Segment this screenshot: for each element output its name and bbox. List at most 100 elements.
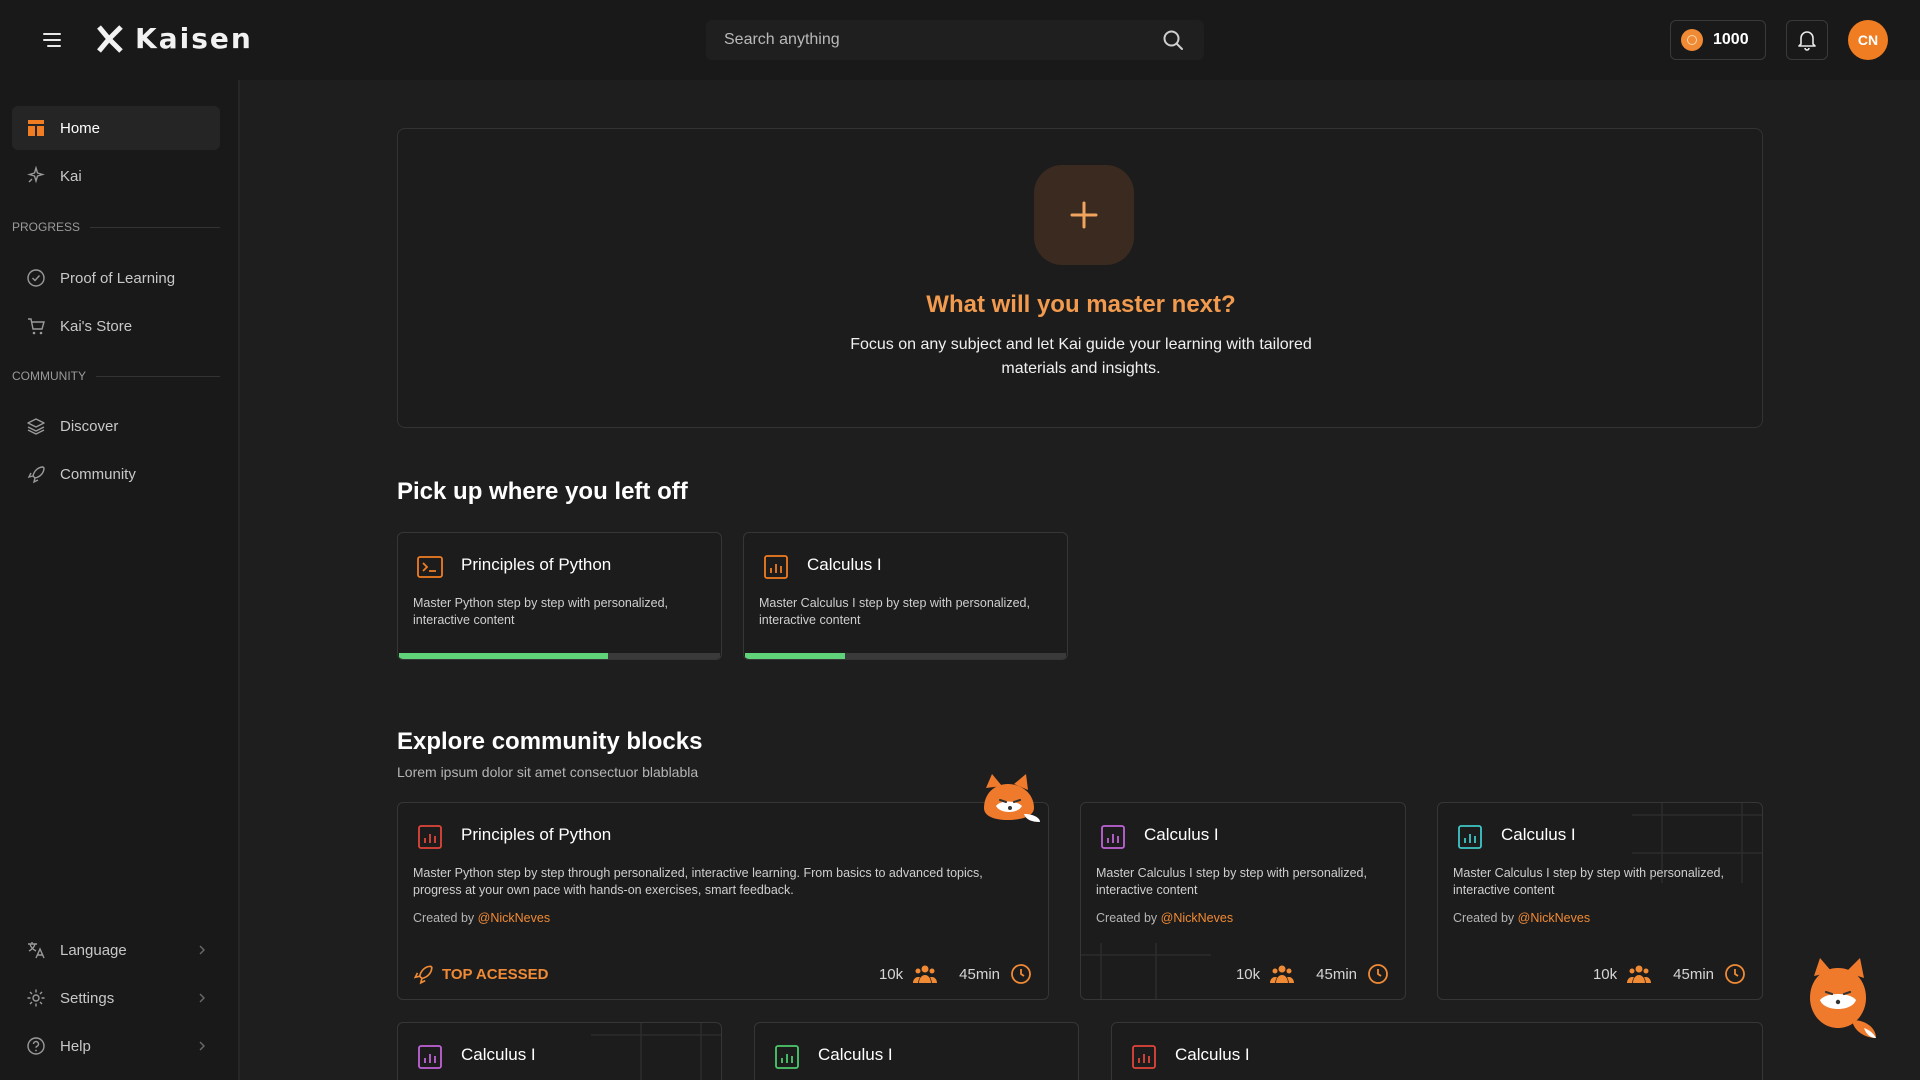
user-count: 10k [878,965,904,983]
search-bar [706,20,1204,60]
sidebar-item-kais-store[interactable]: Kai's Store [12,304,220,348]
chart-bar-icon [1101,825,1125,849]
sidebar-item-home[interactable]: Home [12,106,220,150]
author-link[interactable]: @NickNeves [478,911,550,925]
progress-bar [745,653,1066,659]
section-label-community: COMMUNITY [12,369,220,383]
card-title: Calculus I [1175,1045,1250,1064]
continue-card-python[interactable]: Principles of Python Master Python step … [397,532,722,660]
chart-bar-icon [775,1045,799,1069]
section-title-explore: Explore community blocks [397,728,703,755]
top-accessed-badge: TOP ACESSED [412,963,548,985]
sidebar-item-label: Discover [60,417,119,435]
sidebar-item-proof-of-learning[interactable]: Proof of Learning [12,256,220,300]
card-title: Calculus I [1144,825,1219,844]
user-count: 10k [1592,965,1618,983]
chevron-right-icon [199,945,205,955]
sidebar-item-label: Help [60,1037,91,1055]
sidebar-item-label: Settings [60,989,115,1007]
check-circle-icon [27,269,45,287]
sidebar-item-discover[interactable]: Discover [12,404,220,448]
coin-balance[interactable]: 1000 [1670,20,1766,60]
help-circle-icon [27,1037,45,1055]
sidebar: Home Kai PROGRESS Proof of Learning Kai'… [0,80,240,1080]
translate-icon [28,942,45,959]
duration: 45min [1673,965,1714,983]
users-icon [1627,965,1652,983]
section-title-continue: Pick up where you left off [397,478,688,505]
rocket-icon [413,965,433,985]
sidebar-item-label: Community [60,465,136,483]
terminal-icon [417,556,443,578]
users-icon [913,965,938,983]
sidebar-item-settings[interactable]: Settings [12,976,220,1020]
community-card-python[interactable]: Principles of Python Master Python step … [397,802,1049,1000]
community-card-calculus-1[interactable]: Calculus I Master Calculus I step by ste… [1080,802,1406,1000]
fox-assistant-icon[interactable] [1800,954,1880,1044]
sidebar-item-community[interactable]: Community [12,452,220,496]
duration: 45min [959,965,1000,983]
continue-card-calculus[interactable]: Calculus I Master Calculus I step by ste… [743,532,1068,660]
cart-icon [28,318,45,335]
top-bar: Kaisen 1000 CN [0,0,1920,80]
card-description: Master Calculus I step by step with pers… [1453,866,1724,897]
chevron-right-icon [199,1041,205,1051]
card-author: Created by @NickNeves [1453,911,1591,925]
card-description: Master Python step by step with personal… [413,596,668,627]
card-author: Created by @NickNeves [1096,911,1234,925]
hero-description: Focus on any subject and let Kai guide y… [850,336,1312,377]
search-input[interactable] [724,20,1144,60]
card-meta: 10k 45min [1593,963,1746,985]
card-description: Master Calculus I step by step with pers… [1096,866,1367,897]
bell-icon [1798,31,1816,51]
chart-bar-icon [1132,1045,1156,1069]
gear-icon [27,989,45,1007]
progress-fill [745,653,845,659]
hero-title: What will you master next? [926,291,1236,318]
progress-fill [399,653,608,659]
chart-bar-icon [1458,825,1482,849]
chart-bar-icon [418,825,442,849]
grid-decoration [591,1023,721,1080]
rocket-icon [27,466,45,484]
sidebar-item-label: Kai [60,167,82,185]
grid-decoration [1081,943,1211,999]
card-author: Created by @NickNeves [413,911,551,925]
card-title: Principles of Python [461,555,612,574]
card-meta: 10k 45min [879,963,1032,985]
sidebar-item-label: Proof of Learning [60,269,176,287]
logo[interactable]: Kaisen [95,22,253,55]
user-count: 10k [1235,965,1261,983]
progress-bar [399,653,720,659]
avatar[interactable]: CN [1848,20,1888,60]
new-block-panel: What will you master next? Focus on any … [397,128,1763,428]
brand-name: Kaisen [135,22,253,55]
search-icon[interactable] [1162,29,1184,51]
section-label-progress: PROGRESS [12,220,220,234]
community-card-calculus-3[interactable]: Calculus I [397,1022,722,1080]
sidebar-item-help[interactable]: Help [12,1024,220,1068]
card-title: Principles of Python [461,825,612,844]
notifications-button[interactable] [1786,20,1828,60]
author-link[interactable]: @NickNeves [1161,911,1233,925]
sidebar-item-label: Kai's Store [60,317,133,335]
community-card-calculus-5[interactable]: Calculus I [1111,1022,1763,1080]
section-subtitle: Lorem ipsum dolor sit amet consectuor bl… [397,764,699,780]
author-link[interactable]: @NickNeves [1518,911,1590,925]
card-title: Calculus I [818,1045,893,1064]
clock-icon [1368,964,1388,984]
community-card-calculus-2[interactable]: Calculus I Master Calculus I step by ste… [1437,802,1763,1000]
sidebar-item-label: Language [60,941,127,959]
sidebar-item-kai[interactable]: Kai [12,154,220,198]
sidebar-item-label: Home [60,119,101,137]
menu-icon[interactable] [38,26,66,54]
plus-icon [1070,201,1098,229]
community-card-calculus-4[interactable]: Calculus I [754,1022,1079,1080]
sparkles-icon [27,166,45,184]
chevron-right-icon [199,993,205,1003]
sidebar-item-language[interactable]: Language [12,928,220,972]
chart-bar-icon [418,1045,442,1069]
layout-icon [28,120,44,136]
add-block-button[interactable] [1034,165,1134,265]
card-meta: 10k 45min [1236,963,1389,985]
